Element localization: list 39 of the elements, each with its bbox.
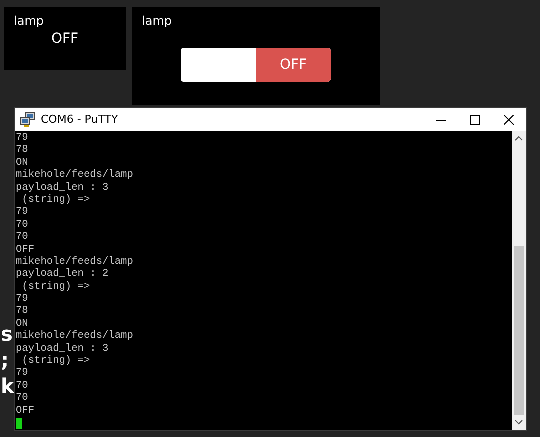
block-value: OFF [50,31,80,47]
terminal-line: payload_len : 3 [16,182,109,194]
terminal-line: OFF [16,404,35,417]
terminal-line: 70 [16,218,28,232]
terminal-line: 70 [16,380,28,392]
terminal-line: 79 [16,132,28,144]
background-letter: k [0,376,15,396]
scroll-down-icon[interactable] [515,420,523,425]
terminal-line: payload_len : 2 [16,268,109,281]
background-letter: s [0,324,14,344]
terminal-line: ON [16,318,28,330]
toggle-label: OFF [256,48,331,82]
terminal-line: 79 [16,293,28,306]
terminal-line: OFF [16,244,35,256]
terminal-line: 70 [16,231,28,244]
terminal-line: (string) => [21,355,90,368]
block-title: lamp [14,14,45,28]
terminal-line: mikehole/feeds/lamp [16,330,134,343]
scrollbar[interactable] [512,131,526,430]
window-title: COM6 - PuTTY [41,113,118,126]
background-letter: ; [0,350,10,370]
maximize-icon [470,114,480,124]
terminal-line: (string) => [21,194,90,206]
terminal-line: 79 [16,367,28,380]
terminal-line: 78 [16,305,28,318]
scroll-thumb[interactable] [514,246,524,415]
close-icon [504,114,514,124]
terminal-line: 78 [16,144,28,157]
computers-icon [20,112,36,128]
terminal-line: (string) => [21,280,90,294]
terminal-line: payload_len : 3 [16,342,109,356]
toggle-switch[interactable]: OFF [181,48,331,82]
terminal-line: ON [16,156,28,170]
terminal-line: mikehole/feeds/lamp [16,256,134,268]
block-title: lamp [142,14,173,28]
terminal-line: 70 [16,392,28,405]
scroll-up-icon[interactable] [515,136,523,141]
terminal-line: mikehole/feeds/lamp [16,169,134,182]
terminal-line: 79 [16,206,28,219]
